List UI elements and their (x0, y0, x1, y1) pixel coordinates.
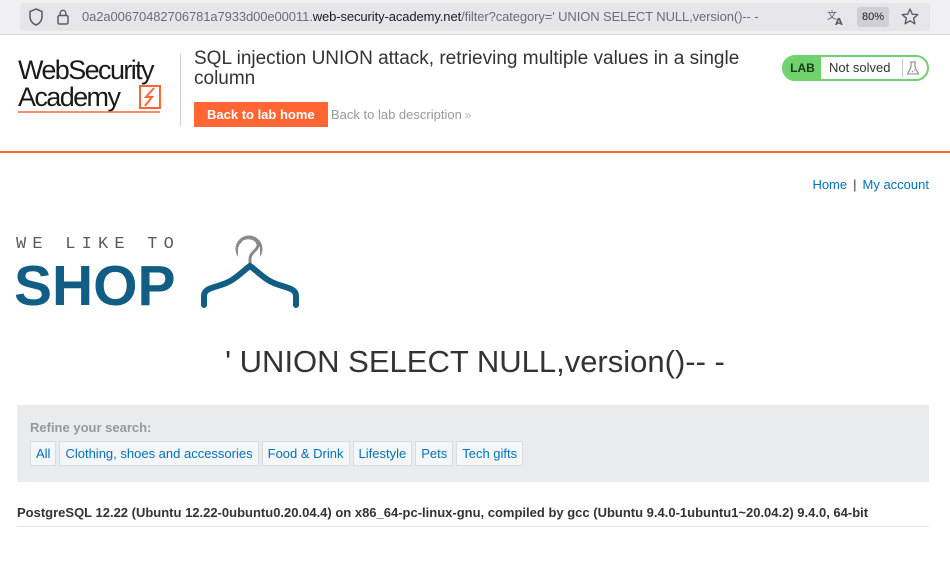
header-divider (180, 54, 181, 126)
top-navigation: Home | My account (812, 177, 929, 192)
lab-title: SQL injection UNION attack, retrieving m… (194, 48, 740, 89)
lab-status-widget: LAB Not solved (782, 55, 929, 81)
search-results-heading: ' UNION SELECT NULL,version()-- - (225, 344, 725, 379)
back-to-lab-description-link[interactable]: Back to lab description» (331, 107, 471, 122)
category-filter-all[interactable]: All (30, 441, 57, 466)
hanger-icon: ? (201, 235, 299, 308)
we-like-to-shop-logo: WE LIKE TO SHOP ? (16, 235, 299, 312)
browser-toolbar: 0a2a00670482706781a7933d00e00011.web-sec… (0, 0, 950, 35)
svg-text:A: A (835, 17, 843, 27)
nav-separator: | (853, 177, 857, 192)
url-path: /filter?category=' UNION SELECT NULL,ver… (461, 9, 759, 24)
my-account-link[interactable]: My account (863, 177, 929, 192)
lab-header: WebSecurity Academy SQL injection UNION … (0, 36, 950, 153)
logo-line1: WebSecurity (18, 55, 155, 85)
shop-wordmark: SHOP (16, 254, 176, 312)
web-security-academy-logo[interactable]: WebSecurity Academy (18, 54, 180, 114)
category-filter-tech-gifts[interactable]: Tech gifts (456, 441, 524, 466)
translate-icon[interactable]: 文A (826, 7, 846, 32)
url-host: web-security-academy.net (312, 9, 462, 24)
category-filter-pets[interactable]: Pets (415, 441, 454, 466)
lab-badge: LAB (784, 57, 821, 79)
home-link[interactable]: Home (812, 177, 847, 192)
lab-status-text: Not solved (829, 60, 891, 75)
filter-label: Refine your search: (30, 420, 152, 435)
category-filter-clothing[interactable]: Clothing, shoes and accessories (59, 441, 259, 466)
lock-icon[interactable] (56, 8, 70, 31)
flask-icon (902, 59, 923, 77)
url-prefix: 0a2a00670482706781a7933d00e00011. (82, 9, 313, 24)
url-text[interactable]: 0a2a00670482706781a7933d00e00011.web-sec… (82, 9, 759, 24)
back-description-label: Back to lab description (331, 107, 462, 122)
bookmark-star-icon[interactable] (900, 7, 920, 32)
back-to-lab-home-button[interactable]: Back to lab home (194, 102, 328, 127)
category-filter-lifestyle[interactable]: Lifestyle (352, 441, 413, 466)
shop-tagline: WE LIKE TO (16, 235, 180, 254)
category-filter-list: All Clothing, shoes and accessories Food… (30, 441, 524, 466)
double-chevron-icon: » (464, 108, 472, 122)
query-result-row: PostgreSQL 12.22 (Ubuntu 12.22-0ubuntu0.… (17, 505, 929, 527)
filter-panel: Refine your search: All Clothing, shoes … (17, 405, 929, 482)
zoom-level-badge[interactable]: 80% (857, 7, 889, 27)
logo-line2: Academy (18, 82, 121, 112)
address-bar[interactable]: 0a2a00670482706781a7933d00e00011.web-sec… (20, 3, 930, 31)
category-filter-food-drink[interactable]: Food & Drink (261, 441, 350, 466)
shield-icon[interactable] (28, 8, 44, 31)
